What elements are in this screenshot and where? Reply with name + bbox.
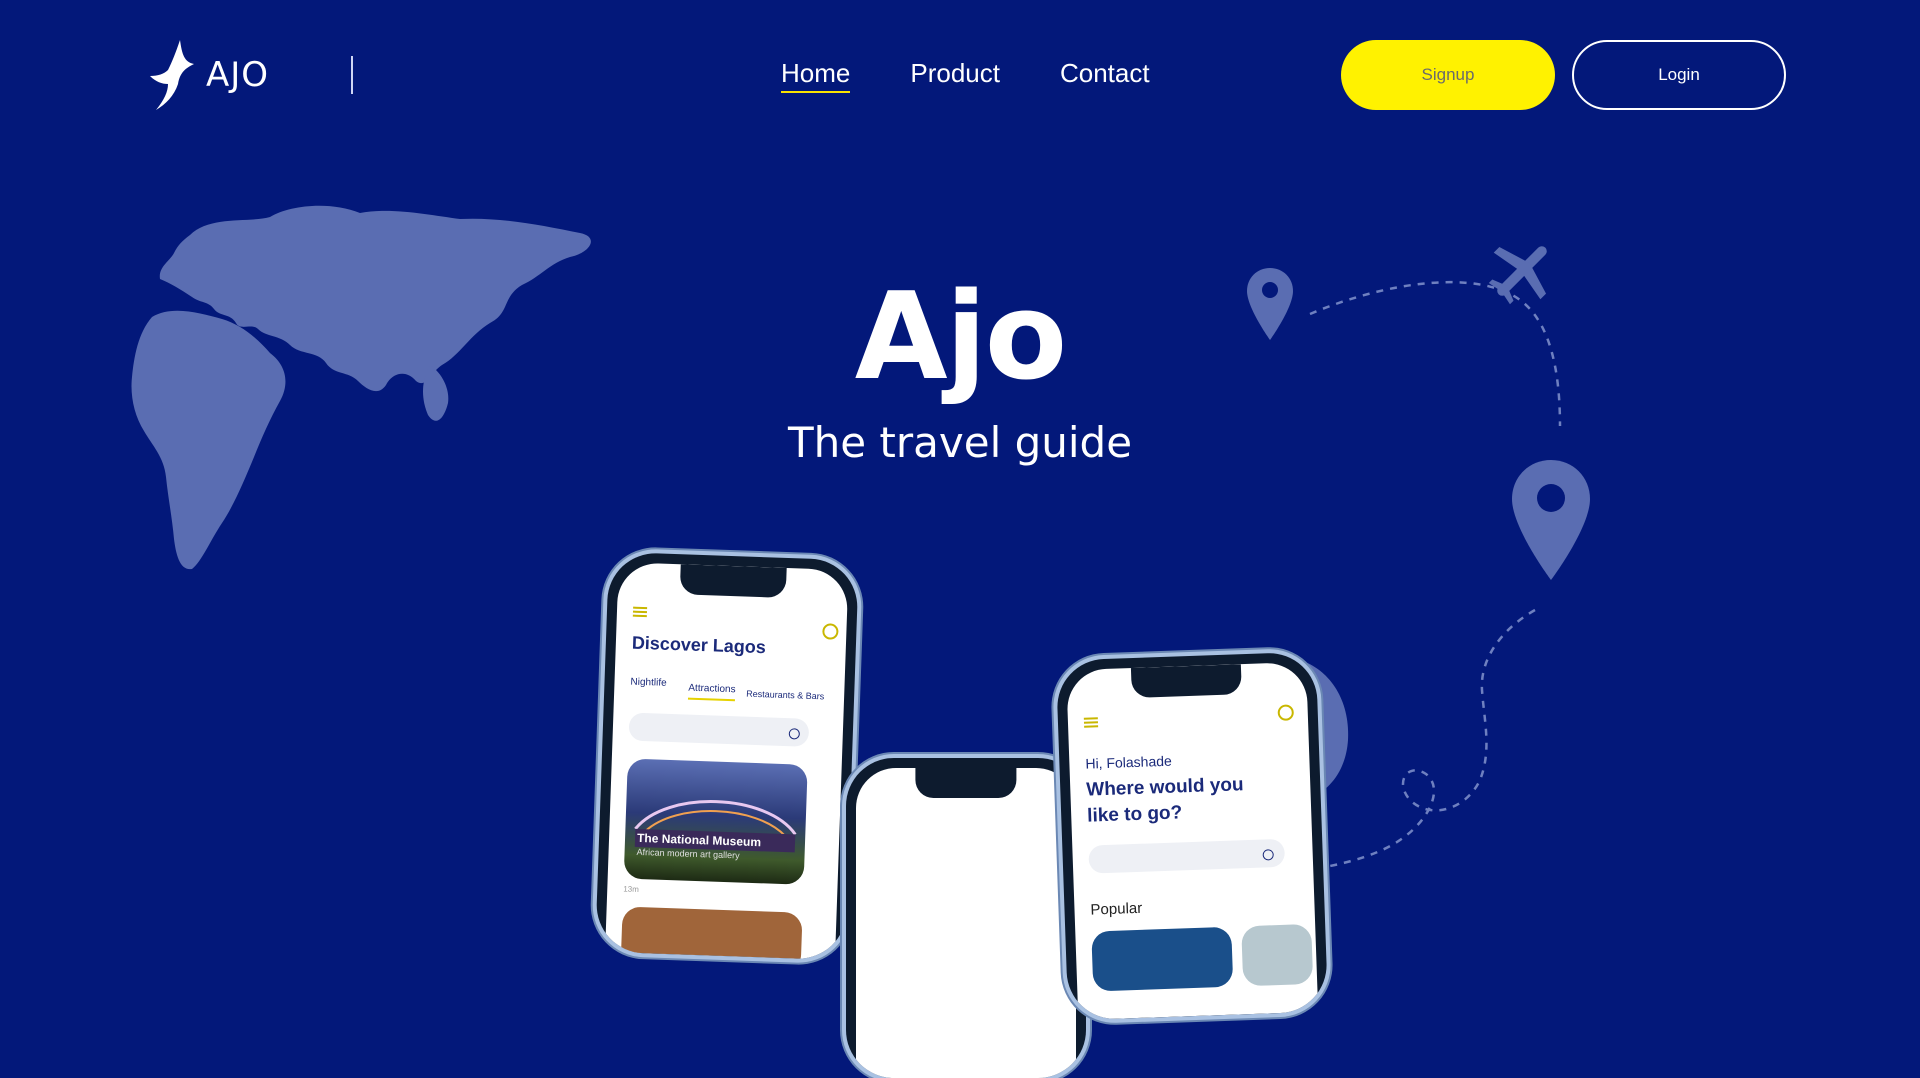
phone-notch <box>679 564 787 598</box>
menu-icon <box>632 606 648 618</box>
login-button[interactable]: Login <box>1572 40 1786 110</box>
phone-notch <box>1130 664 1243 699</box>
main-nav: Home Product Contact <box>781 58 1150 93</box>
tab-nightlife: Nightlife <box>630 676 667 689</box>
header-divider <box>351 56 353 94</box>
nav-home-link[interactable]: Home <box>781 58 851 93</box>
nav-product-link[interactable]: Product <box>910 58 1000 93</box>
popular-card <box>1241 923 1314 987</box>
location-pin-icon <box>1512 460 1590 580</box>
profile-icon <box>822 623 839 640</box>
hero-subtitle: The travel guide <box>787 418 1133 467</box>
phone-mockup-center <box>846 758 1086 1078</box>
hero-title: Ajo <box>854 268 1067 407</box>
profile-icon <box>1277 704 1295 721</box>
tab-restaurants-bars: Restaurants & Bars <box>746 688 825 702</box>
phone-screen: Hi, Folashade Where would you like to go… <box>1066 661 1319 1021</box>
card-meta: 13m <box>623 884 640 895</box>
stadium-photo <box>634 800 797 853</box>
brand-name: AJO <box>206 55 270 95</box>
next-card <box>620 906 803 960</box>
discover-heading: Discover Lagos <box>631 632 767 658</box>
popular-card <box>1091 926 1234 992</box>
tab-attractions: Attractions <box>687 682 736 702</box>
brand-logo[interactable]: AJO <box>150 40 269 110</box>
phone-screen: Discover Lagos Nightlife Attractions Res… <box>605 562 849 960</box>
phone-mockup-discover: Discover Lagos Nightlife Attractions Res… <box>595 551 859 961</box>
phone-mockup-home: Hi, Folashade Where would you like to go… <box>1055 651 1329 1021</box>
phone-notch <box>915 768 1017 798</box>
hummingbird-logo-icon <box>150 40 194 110</box>
phone-screen <box>856 768 1076 1078</box>
menu-icon <box>1083 717 1099 728</box>
nav-contact-link[interactable]: Contact <box>1060 58 1150 93</box>
destination-question: Where would you like to go? <box>1085 774 1244 827</box>
signup-button[interactable]: Signup <box>1341 40 1555 110</box>
popular-section-label: Popular <box>1090 899 1143 919</box>
search-input <box>628 712 810 747</box>
search-input <box>1088 838 1286 874</box>
greeting-text: Hi, Folashade <box>1085 752 1173 772</box>
museum-card: The National Museum African modern art g… <box>623 758 808 885</box>
